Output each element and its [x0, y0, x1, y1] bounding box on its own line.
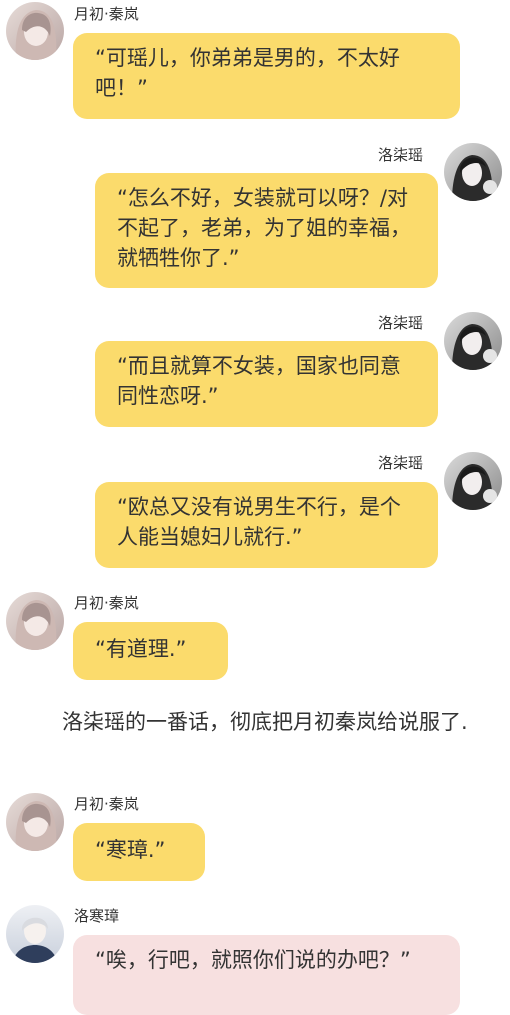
sender-name: 洛寒璋	[74, 907, 120, 925]
yuechu-avatar-image	[6, 2, 64, 60]
narration-text: 洛柒瑶的一番话，彻底把月初秦岚给说服了.	[62, 710, 468, 734]
luohanzhang-avatar[interactable]	[6, 905, 64, 963]
message-bubble[interactable]: “欧总又没有说男生不行，是个人能当媳妇儿就行.”	[95, 482, 438, 568]
sender-name: 洛柒瑶	[378, 454, 424, 472]
message-bubble[interactable]: “可瑶儿，你弟弟是男的，不太好吧！”	[73, 33, 460, 119]
message-bubble[interactable]: “唉，行吧，就照你们说的办吧？”	[73, 935, 460, 1015]
luoqiyao-avatar-image	[444, 452, 502, 510]
yuechu-avatar-image	[6, 592, 64, 650]
yuechu-avatar[interactable]	[6, 592, 64, 650]
sender-name: 月初·秦岚	[74, 594, 139, 612]
luoqiyao-avatar-image	[444, 312, 502, 370]
message-bubble[interactable]: “寒璋.”	[73, 823, 205, 881]
yuechu-avatar[interactable]	[6, 793, 64, 851]
message-bubble[interactable]: “怎么不好，女装就可以呀？/对不起了，老弟，为了姐的幸福，就牺牲你了.”	[95, 173, 438, 288]
sender-name: 洛柒瑶	[378, 314, 424, 332]
yuechu-avatar-image	[6, 793, 64, 851]
luoqiyao-avatar[interactable]	[444, 143, 502, 201]
luoqiyao-avatar[interactable]	[444, 312, 502, 370]
luohanzhang-avatar-image	[6, 905, 64, 963]
sender-name: 月初·秦岚	[74, 5, 139, 23]
sender-name: 月初·秦岚	[74, 795, 139, 813]
luoqiyao-avatar[interactable]	[444, 452, 502, 510]
sender-name: 洛柒瑶	[378, 146, 424, 164]
yuechu-avatar[interactable]	[6, 2, 64, 60]
message-bubble[interactable]: “有道理.”	[73, 622, 228, 680]
message-bubble[interactable]: “而且就算不女装，国家也同意同性恋呀.”	[95, 341, 438, 427]
luoqiyao-avatar-image	[444, 143, 502, 201]
